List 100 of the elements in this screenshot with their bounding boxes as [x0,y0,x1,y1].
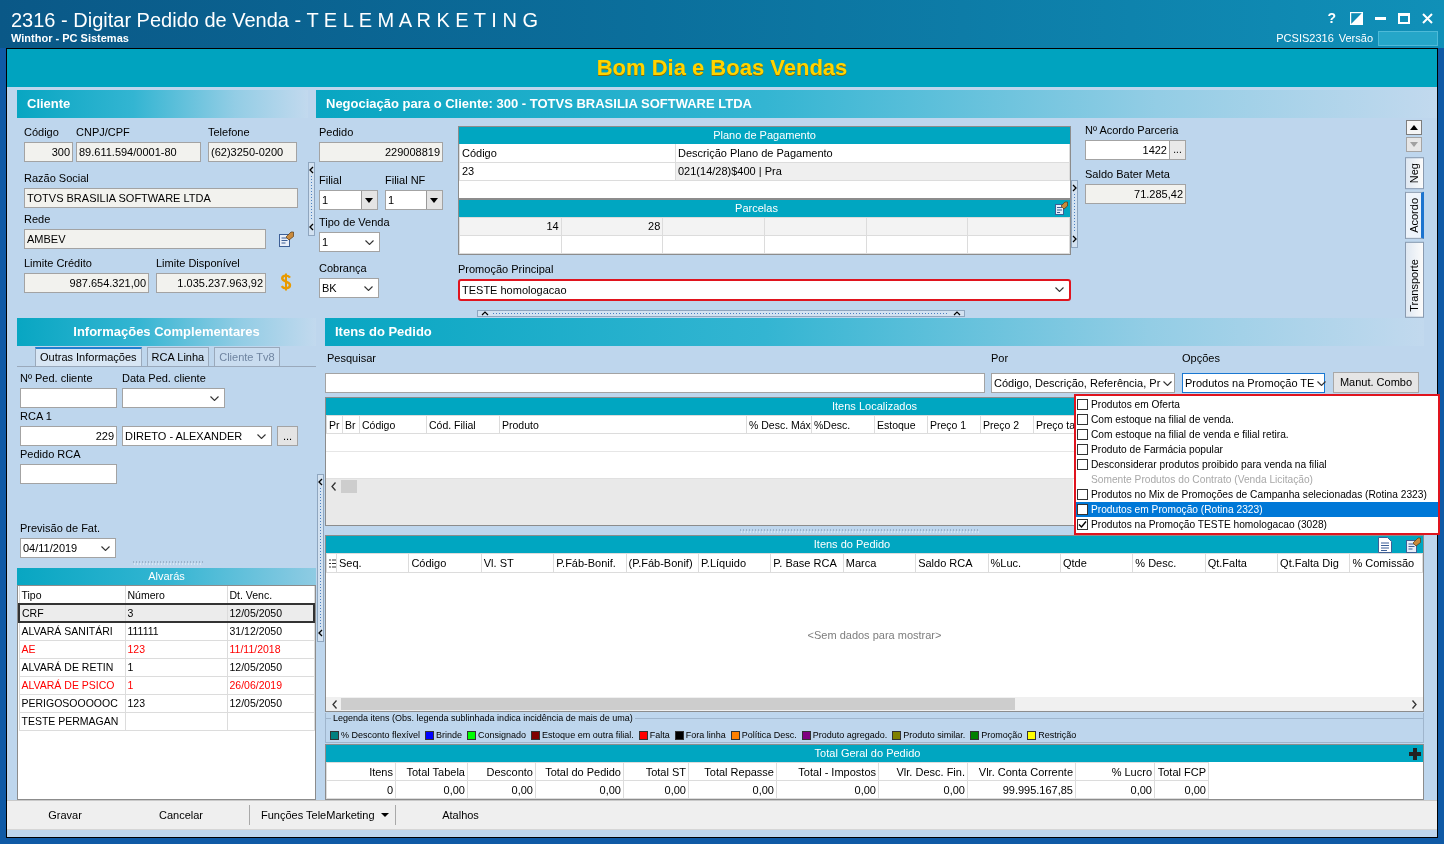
scrollbar-thumb[interactable] [341,698,1015,710]
manage-combo-button[interactable]: Manut. Combo [1333,372,1419,393]
checkbox[interactable] [1077,459,1088,470]
search-by-dropdown[interactable]: Código, Descrição, Referência, Pr [991,373,1175,393]
field-label: Pedido RCA [20,448,82,461]
grid-title: Itens Localizados [832,400,917,412]
agreement-field[interactable]: 1422 [1085,140,1170,160]
field-label: Razão Social [24,172,90,185]
rca-dropdown[interactable]: DIRETO - ALEXANDER [122,426,272,446]
splitter-handle[interactable] [477,310,965,317]
menu-button[interactable]: Funções TeleMarketing [255,803,395,827]
splitter-handle[interactable] [317,474,324,642]
invoice-branch-dropdown[interactable]: 1 [385,190,443,210]
column-header: %Luc. [988,553,1061,573]
menu-item[interactable]: Produto de Farmácia popular [1076,442,1438,457]
close-icon[interactable] [1422,12,1433,24]
footer-button[interactable]: Atalhos [410,803,511,827]
document-icon[interactable] [1378,536,1392,553]
horizontal-scrollbar[interactable] [326,479,1073,494]
ellipsis-button[interactable]: ... [277,426,298,446]
table-cell: 0,00 [878,780,968,799]
column-header: Qtde [1060,553,1133,573]
footer-button[interactable]: Cancelar [131,803,231,827]
menu-item[interactable]: Produtos em Oferta [1076,397,1438,412]
splitter-handle[interactable] [308,162,315,236]
clipboard-icon[interactable] [278,231,294,247]
help-button[interactable]: ? [1325,10,1338,26]
menu-item[interactable]: Produtos em Promoção (Rotina 2323) [1076,502,1438,517]
column-header: Marca [843,553,916,573]
field-label: Filial NF [385,174,427,187]
menu-item[interactable]: Produtos na Promoção TESTE homologacao (3028) [1076,517,1438,532]
clipboard-icon[interactable] [1054,201,1068,215]
side-tab[interactable]: Neg [1404,157,1424,190]
program-code: PCSIS2316 [1276,32,1334,45]
menu-item[interactable]: Com estoque na filial de venda e filial retira. [1076,427,1438,442]
checkbox[interactable] [1077,429,1088,440]
sale-type-dropdown[interactable]: 1 [319,232,380,252]
side-tab[interactable]: Transporte [1404,242,1424,318]
search-field[interactable] [325,373,985,393]
footer-button[interactable]: Gravar [15,803,115,827]
scroll-left-icon[interactable] [332,699,337,709]
column-header: Br [345,418,356,431]
column-header: (P.Fáb-Bonif) [626,553,699,573]
table-cell: ALVARÁ DE RETIN [19,658,125,676]
cnpj-field[interactable]: 89.611.594/0001-80 [76,142,201,162]
menu-item[interactable]: Produtos no Mix de Promoções de Campanha selecionadas (Rotina 2323) [1076,487,1438,502]
order-number-field[interactable]: 229008819 [319,142,443,162]
table-cell: 0,00 [1075,780,1155,799]
field-label: Nº Acordo Parceria [1085,124,1180,137]
rca-code-field[interactable]: 229 [20,426,117,446]
maximize-icon[interactable] [1398,12,1410,24]
checkbox[interactable] [1077,414,1088,425]
billing-dropdown[interactable]: BK [319,278,379,298]
checkbox[interactable] [1077,399,1088,410]
checkbox[interactable] [1077,444,1088,455]
column-header: P.Fáb-Bonif. [553,553,627,573]
tab[interactable]: Outras Informações [35,347,142,366]
credit-limit-field[interactable]: 987.654.321,00 [24,273,149,293]
available-limit-field[interactable]: 1.035.237.963,92 [156,273,266,293]
field-label: Data Ped. cliente [122,372,207,385]
network-field[interactable]: AMBEV [24,229,266,249]
column-list-icon[interactable] [329,558,336,568]
checkbox[interactable] [1077,504,1088,515]
company-name-field[interactable]: TOTVS BRASILIA SOFTWARE LTDA [24,188,298,208]
legend-label: Produto similar. [903,730,966,741]
goal-balance-field[interactable]: 71.285,42 [1085,184,1186,204]
rca-order-field[interactable] [20,464,117,484]
field-label: Limite Crédito [24,257,93,270]
horizontal-scrollbar[interactable] [326,697,1423,711]
scroll-right-icon[interactable] [1412,699,1417,709]
client-order-field[interactable] [20,388,117,408]
checkbox[interactable] [1077,519,1088,530]
scroll-up-icon[interactable] [1406,120,1422,135]
options-dropdown[interactable]: Produtos na Promoção TE [1182,373,1325,393]
theme-icon[interactable] [1350,11,1363,25]
tab[interactable]: RCA Linha [146,347,210,366]
side-tab[interactable]: Acordo [1404,192,1424,240]
phone-field[interactable]: (62)3250-0200 [208,142,297,162]
field-label: Promoção Principal [458,262,555,276]
clipboard-icon[interactable] [1405,536,1421,553]
column-header: Total - Impostos [776,762,879,781]
grip-handle[interactable] [133,561,203,565]
legend-label: Restrição [1038,730,1077,741]
scroll-left-icon[interactable] [331,482,336,491]
splitter-handle[interactable] [1071,180,1078,248]
menu-item[interactable]: Com estoque na filial de venda. [1076,412,1438,427]
column-header: % Lucro [1075,762,1155,781]
minimize-icon[interactable] [1375,16,1386,20]
ellipsis-button[interactable]: ... [1170,140,1186,160]
branch-dropdown[interactable]: 1 [319,190,378,210]
billing-forecast-dropdown[interactable]: 04/11/2019 [20,538,116,558]
plus-icon[interactable] [1409,747,1421,760]
checkbox[interactable] [1077,489,1088,500]
code-field[interactable]: 300 [24,142,73,162]
scrollbar-thumb[interactable] [341,480,357,493]
column-header: Preço 2 [983,418,1020,431]
promotion-dropdown[interactable]: TESTE homologacao [458,278,1071,301]
menu-item[interactable]: Desconsiderar produtos proibido para venda na filial [1076,457,1438,472]
column-header: Vlr. Conta Corrente [967,762,1076,781]
grip-handle[interactable] [740,529,980,533]
